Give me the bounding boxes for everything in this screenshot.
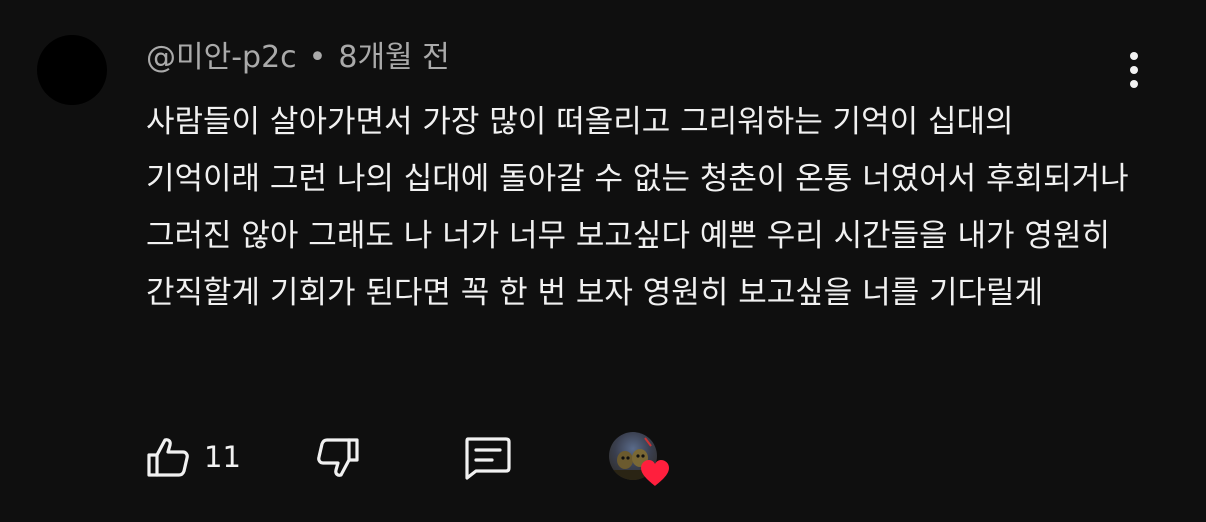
comment-time[interactable]: 8개월 전: [338, 40, 449, 75]
comment-text: 사람들이 살아가면서 가장 많이 떠올리고 그리워하는 기억이 십대의 기억이래…: [146, 104, 1129, 311]
menu-dot: [1130, 52, 1138, 60]
reply-icon[interactable]: [462, 436, 512, 480]
author-avatar[interactable]: [37, 35, 107, 105]
menu-dot: [1130, 80, 1138, 88]
more-options-icon[interactable]: [1116, 50, 1152, 90]
creator-heart[interactable]: [609, 432, 673, 488]
author-name[interactable]: @미안-p2c: [146, 40, 297, 75]
creator-heart-icon: [641, 460, 669, 486]
comment-meta: @미안-p2c • 8개월 전: [146, 36, 450, 80]
thumbs-up-icon[interactable]: [146, 436, 190, 478]
thumbs-down-icon[interactable]: [316, 436, 360, 480]
meta-separator: •: [308, 40, 327, 75]
menu-dot: [1130, 66, 1138, 74]
like-count: 11: [204, 440, 241, 474]
